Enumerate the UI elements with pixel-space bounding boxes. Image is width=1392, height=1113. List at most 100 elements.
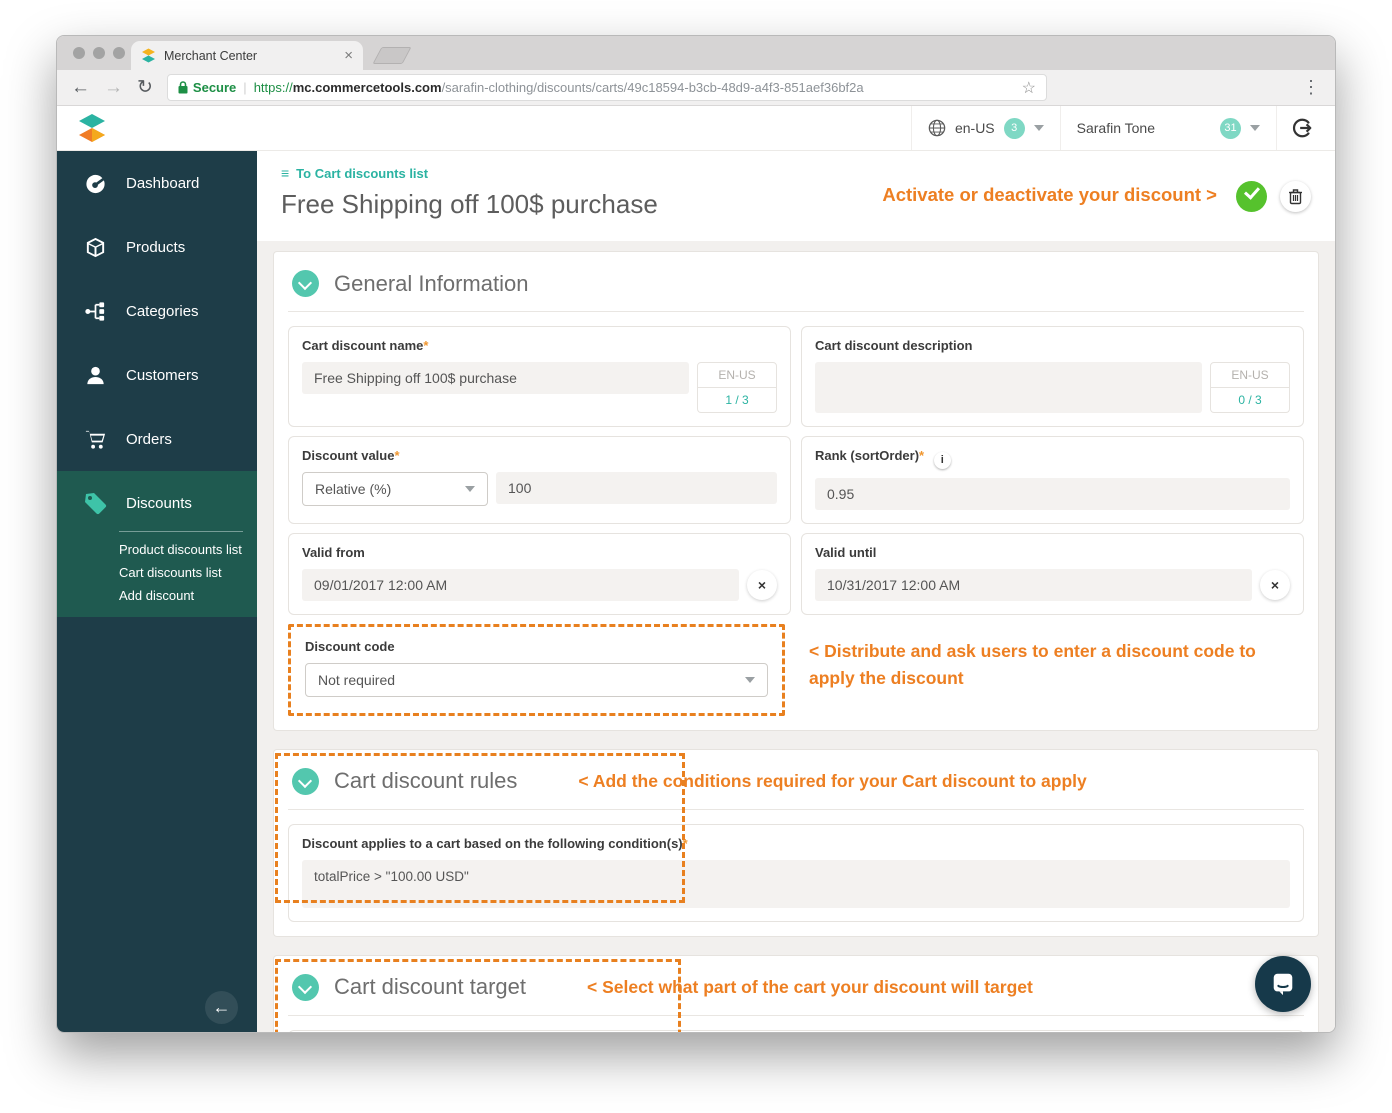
chat-widget-button[interactable] <box>1255 956 1311 1012</box>
clear-icon: × <box>757 576 767 593</box>
rank-input[interactable]: 0.95 <box>815 477 1290 510</box>
rules-annotation: < Add the conditions required for your C… <box>578 770 1087 791</box>
back-icon[interactable]: ← <box>71 78 90 97</box>
field-label: Cart discount description <box>815 338 973 353</box>
user-count-badge: 31 <box>1220 117 1241 139</box>
delete-discount-button[interactable] <box>1280 181 1311 212</box>
window-controls[interactable] <box>73 47 125 59</box>
user-name: Sarafin Tone <box>1076 120 1155 136</box>
discount-value-amount-input[interactable]: 100 <box>496 472 777 504</box>
chevron-down-icon <box>1250 125 1260 131</box>
target-annotation: < Select what part of the cart your disc… <box>586 976 1033 997</box>
sidebar-subitem-cart-discounts-list[interactable]: Cart discounts list <box>119 565 257 580</box>
sidebar-item-label: Customers <box>126 366 199 384</box>
globe-icon <box>928 119 946 137</box>
cart-discount-rules-panel: Cart discount rules < Add the conditions… <box>273 748 1319 937</box>
browser-window: Merchant Center × ← → ↻ Secure | https:/… <box>56 35 1336 1033</box>
url-field[interactable]: Secure | https://mc.commercetools.com/sa… <box>166 74 1047 101</box>
valid-from-card: Valid from 09/01/2017 12:00 AM × <box>288 532 791 615</box>
collapse-sidebar-icon: ← <box>212 997 231 1017</box>
customers-icon <box>83 364 107 387</box>
bookmark-star-icon[interactable]: ☆ <box>1022 78 1036 98</box>
cart-discount-target-panel: Cart discount target < Select what part … <box>273 954 1319 1032</box>
categories-icon <box>83 300 107 323</box>
clear-valid-from-button[interactable]: × <box>747 569 777 600</box>
sidebar-item-orders[interactable]: Orders <box>57 407 257 471</box>
activate-annotation: Activate or deactivate your discount > <box>882 184 1217 205</box>
secure-label: Secure <box>192 80 237 95</box>
sidebar-item-categories[interactable]: Categories <box>57 279 257 343</box>
trash-icon <box>1289 189 1302 205</box>
browser-menu-icon[interactable]: ⋮ <box>1302 77 1321 98</box>
section-title: Cart discount rules <box>334 768 518 793</box>
commercetools-favicon-icon <box>142 48 155 63</box>
discounts-icon <box>83 491 107 515</box>
close-tab-icon[interactable]: × <box>344 48 353 63</box>
sign-out-button[interactable] <box>1276 106 1317 150</box>
sidebar-item-customers[interactable]: Customers <box>57 343 257 407</box>
page-header: ≡ To Cart discounts list Free Shipping o… <box>257 151 1335 241</box>
sidebar-item-label: Discounts <box>126 494 192 512</box>
cart-discount-description-card: Cart discount description EN-US 0 / 3 <box>801 326 1304 427</box>
sidebar-subitem-add-discount[interactable]: Add discount <box>119 588 257 603</box>
discount-code-select[interactable]: Not required <box>305 662 768 697</box>
sidebar-section-discounts: Discounts Product discounts list Cart di… <box>57 471 257 617</box>
cart-discount-target-card: Cart discount target* Targets the Cart's… <box>288 1029 1304 1032</box>
sidebar-item-products[interactable]: Products <box>57 215 257 279</box>
list-icon: ≡ <box>281 165 290 181</box>
page-url: https://mc.commercetools.com/sarafin-clo… <box>253 80 864 95</box>
sidebar-item-label: Orders <box>126 430 172 448</box>
chat-icon <box>1273 973 1293 996</box>
sidebar-item-label: Dashboard <box>126 174 200 192</box>
commercetools-logo <box>79 114 105 142</box>
lock-icon <box>178 81 188 94</box>
breadcrumb[interactable]: ≡ To Cart discounts list <box>281 165 1311 181</box>
close-window-button[interactable] <box>73 47 85 59</box>
collapse-sidebar-button[interactable]: ← <box>205 991 238 1024</box>
collapse-section-button[interactable] <box>292 973 319 1001</box>
sidebar-subitem-product-discounts-list[interactable]: Product discounts list <box>119 542 257 557</box>
locale-label: en-US <box>954 120 995 136</box>
general-information-panel: General Information Cart discount name* … <box>273 251 1319 731</box>
cart-predicate-card: Discount applies to a cart based on the … <box>288 823 1304 922</box>
sidebar: Dashboard Products Categories Customers … <box>57 151 257 1032</box>
user-menu[interactable]: Sarafin Tone 31 <box>1059 106 1276 150</box>
chevron-down-icon <box>465 486 475 492</box>
browser-tab-bar: Merchant Center × <box>57 36 1335 70</box>
app-header: en-US 3 Sarafin Tone 31 <box>57 106 1335 151</box>
new-tab-button[interactable] <box>372 47 412 64</box>
cart-discount-name-input[interactable]: Free Shipping off 100$ purchase <box>302 362 689 394</box>
language-selector[interactable]: en-US 3 <box>910 106 1060 150</box>
field-label: Valid until <box>815 544 877 560</box>
cart-predicate-input[interactable]: totalPrice > "100.00 USD" <box>302 859 1290 908</box>
collapse-section-button[interactable] <box>292 270 319 297</box>
language-tab[interactable]: EN-US <box>697 362 777 388</box>
language-tab[interactable]: EN-US <box>1210 362 1290 388</box>
activate-toggle-button[interactable] <box>1236 181 1267 212</box>
info-icon[interactable]: i <box>933 451 951 469</box>
reload-icon[interactable]: ↻ <box>137 78 153 97</box>
valid-from-input[interactable]: 09/01/2017 12:00 AM <box>302 568 739 601</box>
field-label: Discount applies to a cart based on the … <box>302 835 683 851</box>
collapse-section-button[interactable] <box>292 767 319 795</box>
sidebar-item-label: Products <box>126 238 186 256</box>
discount-code-block: Discount code Not required <box>288 623 785 716</box>
field-label: Discount code <box>305 638 395 654</box>
sidebar-item-discounts[interactable]: Discounts <box>57 477 257 529</box>
browser-tab[interactable]: Merchant Center × <box>131 41 363 70</box>
sign-out-icon <box>1293 118 1312 138</box>
minimize-window-button[interactable] <box>93 47 105 59</box>
valid-until-input[interactable]: 10/31/2017 12:00 AM <box>815 568 1252 601</box>
section-title: General Information <box>334 270 529 296</box>
valid-until-card: Valid until 10/31/2017 12:00 AM × <box>801 532 1304 615</box>
required-mark: * <box>919 448 925 463</box>
cart-discount-description-input[interactable] <box>815 362 1202 413</box>
clear-valid-until-button[interactable]: × <box>1260 569 1290 600</box>
zoom-window-button[interactable] <box>113 47 125 59</box>
divider <box>119 531 243 532</box>
discount-value-type-select[interactable]: Relative (%) <box>302 472 488 506</box>
cart-discount-name-card: Cart discount name* Free Shipping off 10… <box>288 326 791 427</box>
sidebar-item-dashboard[interactable]: Dashboard <box>57 151 257 215</box>
forward-icon[interactable]: → <box>104 78 123 97</box>
chevron-down-icon <box>1033 125 1044 131</box>
